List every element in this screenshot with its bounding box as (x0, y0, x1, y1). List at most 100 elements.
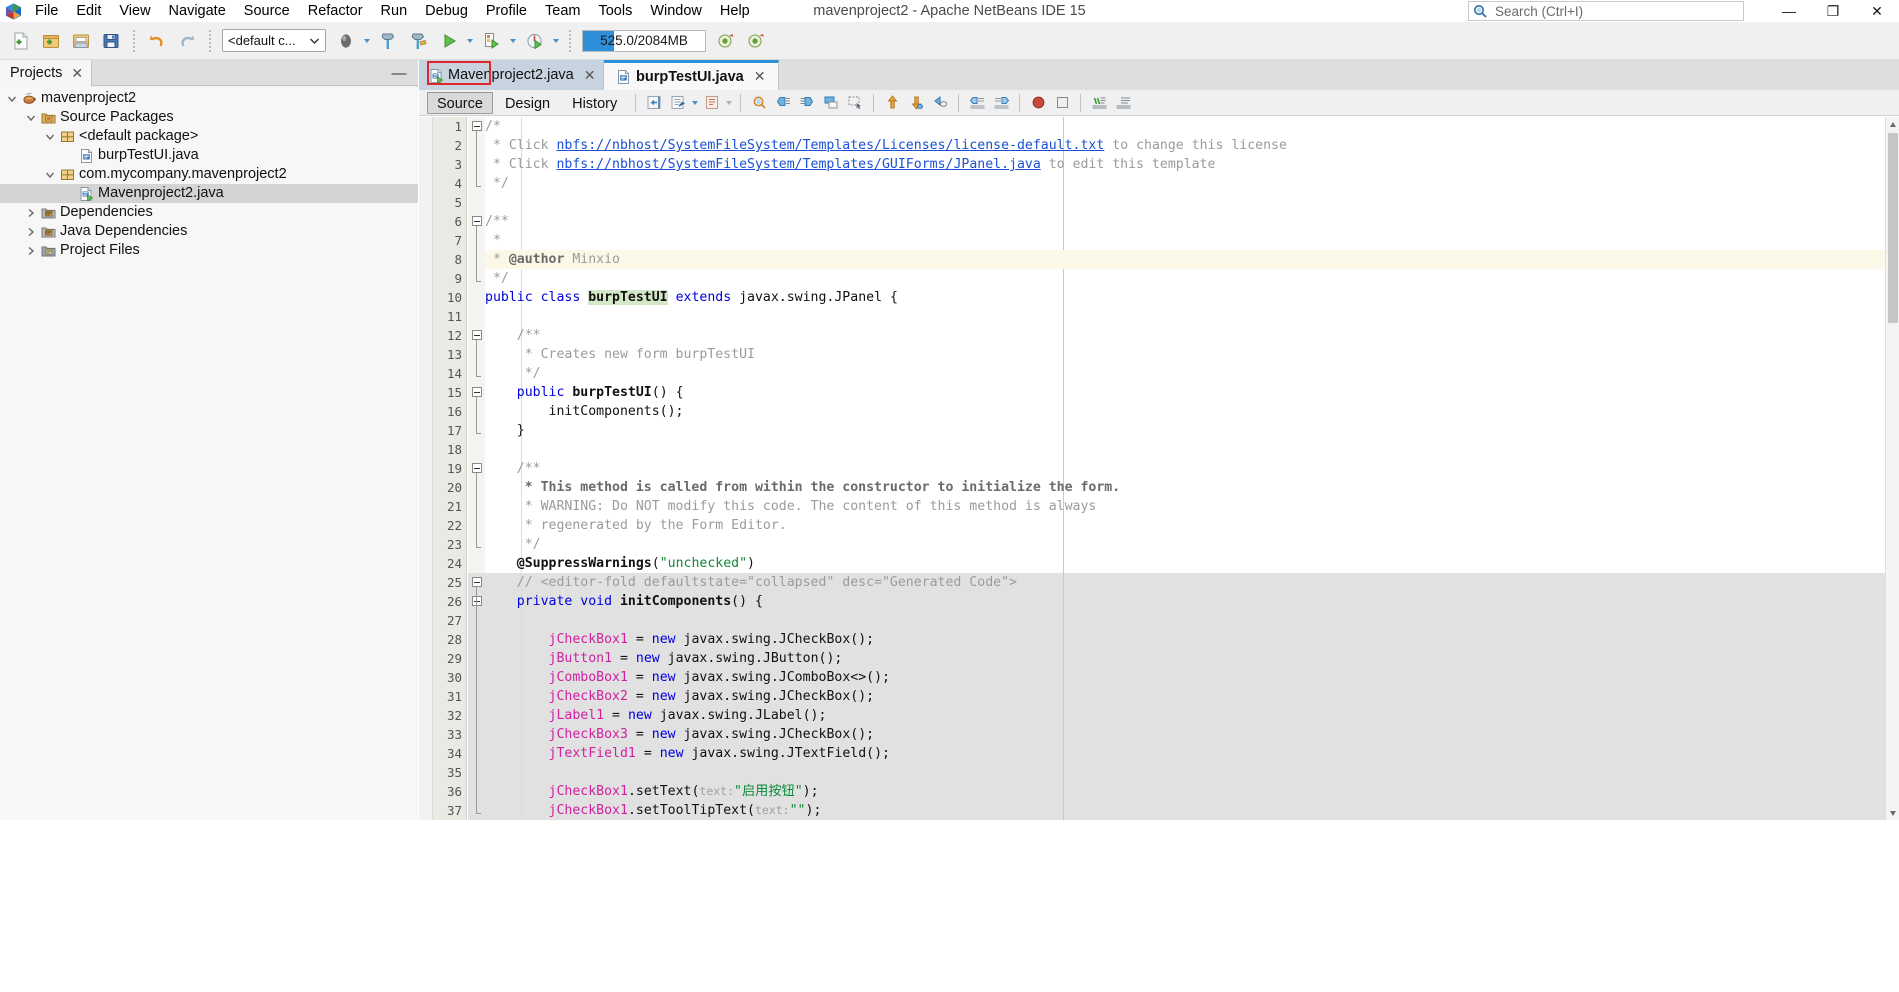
previous-error-icon[interactable] (881, 92, 903, 114)
tree-node[interactable]: burpTestUI.java (0, 146, 418, 165)
inspect-members-icon[interactable] (844, 92, 866, 114)
scrollbar-thumb[interactable] (1888, 133, 1898, 323)
menu-debug[interactable]: Debug (416, 0, 477, 22)
clean-and-build-project-button[interactable] (404, 27, 432, 55)
new-project-button[interactable] (37, 27, 65, 55)
toggle-rect-sel-icon[interactable] (667, 92, 689, 114)
close-icon[interactable]: ✕ (754, 68, 766, 85)
menu-file[interactable]: File (26, 0, 67, 22)
view-tab-history[interactable]: History (562, 92, 627, 114)
start-macro-recording-icon[interactable] (1027, 92, 1049, 114)
window-minimize-button[interactable]: — (1767, 0, 1811, 22)
open-project-button[interactable] (67, 27, 95, 55)
tab-projects[interactable]: Projects ✕ (0, 60, 93, 86)
code-editor[interactable]: 1 2 3 4 5 6 7 8 9 10 11 12 13 14 15 16 17 18 19 20 21 22 23 24 2… (419, 117, 1899, 820)
build-project-button[interactable] (374, 27, 402, 55)
new-file-button[interactable] (7, 27, 35, 55)
chevron-down-icon[interactable] (23, 108, 39, 127)
garbage-collect-button[interactable] (712, 27, 740, 55)
stop-macro-recording-icon[interactable] (1051, 92, 1073, 114)
menu-team[interactable]: Team (536, 0, 589, 22)
menu-run[interactable]: Run (372, 0, 417, 22)
shift-line-left-icon[interactable] (966, 92, 988, 114)
search-input[interactable]: Search (Ctrl+I) (1468, 1, 1744, 21)
fold-collapse-icon[interactable] (472, 577, 482, 587)
projects-minimize-button[interactable]: — (388, 60, 410, 86)
tree-node[interactable]: Dependencies (0, 203, 418, 222)
stop-build-button[interactable] (742, 27, 770, 55)
tree-node[interactable]: <default package> (0, 127, 418, 146)
view-tab-design[interactable]: Design (495, 92, 560, 114)
fold-collapse-icon[interactable] (472, 596, 482, 606)
chevron-down-icon[interactable] (42, 165, 58, 184)
glyph-gutter[interactable] (419, 117, 433, 820)
menu-refactor[interactable]: Refactor (299, 0, 372, 22)
close-icon[interactable]: ✕ (584, 67, 596, 84)
run-project-dropdown-arrow[interactable] (464, 27, 475, 55)
menu-help[interactable]: Help (711, 0, 759, 22)
fold-collapse-icon[interactable] (472, 330, 482, 340)
fold-collapse-icon[interactable] (472, 121, 482, 131)
code-text-area[interactable]: /* * Click nbfs://nbhost/SystemFileSyste… (485, 117, 1885, 820)
comment-icon[interactable] (1088, 92, 1110, 114)
toggle-rect-sel-dropdown-arrow[interactable] (690, 92, 700, 114)
set-project-configuration-split[interactable] (331, 27, 372, 55)
previous-bookmark-icon[interactable] (772, 92, 794, 114)
debug-project-split[interactable] (477, 27, 518, 55)
memory-usage-indicator[interactable]: 525.0/2084MB (582, 29, 706, 52)
format-icon[interactable] (701, 92, 723, 114)
window-close-button[interactable]: ✕ (1855, 0, 1899, 22)
view-tab-source[interactable]: Source (427, 91, 493, 114)
menu-profile[interactable]: Profile (477, 0, 536, 22)
close-icon[interactable]: ✕ (71, 65, 83, 82)
save-all-button[interactable] (97, 27, 125, 55)
editor-tab[interactable]: burpTestUI.java ✕ (604, 60, 779, 90)
chevron-down-icon[interactable] (4, 89, 20, 108)
toggle-rectangular-selection-split[interactable] (666, 92, 700, 114)
chevron-right-icon[interactable] (23, 222, 39, 241)
undo-button[interactable] (143, 27, 171, 55)
run-project-button[interactable] (435, 27, 463, 55)
fold-collapse-icon[interactable] (472, 387, 482, 397)
scroll-down-icon[interactable] (1886, 806, 1899, 820)
find-selection-icon[interactable] (748, 92, 770, 114)
menu-source[interactable]: Source (235, 0, 299, 22)
fold-collapse-icon[interactable] (472, 463, 482, 473)
set-configuration-icon[interactable] (332, 27, 360, 55)
toggle-bookmark-icon[interactable] (820, 92, 842, 114)
project-configuration-select[interactable]: <default c... (222, 29, 326, 52)
next-bookmark-icon[interactable] (796, 92, 818, 114)
menu-edit[interactable]: Edit (67, 0, 110, 22)
tree-node[interactable]: mavenproject2 (0, 89, 418, 108)
tree-node[interactable]: Source Packages (0, 108, 418, 127)
menu-navigate[interactable]: Navigate (160, 0, 235, 22)
run-project-split[interactable] (434, 27, 475, 55)
tree-node[interactable]: Mavenproject2.java (0, 184, 418, 203)
profile-project-button[interactable] (521, 27, 549, 55)
debug-project-button[interactable] (478, 27, 506, 55)
last-edit-position-icon[interactable] (643, 92, 665, 114)
chevron-right-icon[interactable] (23, 241, 39, 260)
debug-project-dropdown-arrow[interactable] (507, 27, 518, 55)
menu-tools[interactable]: Tools (589, 0, 641, 22)
uncomment-icon[interactable] (1112, 92, 1134, 114)
profile-project-dropdown-arrow[interactable] (550, 27, 561, 55)
tree-node[interactable]: Java Dependencies (0, 222, 418, 241)
window-maximize-button[interactable]: ❐ (1811, 0, 1855, 22)
code-fold-gutter[interactable] (468, 117, 485, 820)
shift-line-right-icon[interactable] (990, 92, 1012, 114)
menu-window[interactable]: Window (641, 0, 711, 22)
format-split[interactable] (700, 92, 734, 114)
menu-view[interactable]: View (110, 0, 159, 22)
redo-button[interactable] (173, 27, 201, 55)
editor-vertical-scrollbar[interactable] (1885, 117, 1899, 820)
profile-project-split[interactable] (520, 27, 561, 55)
previous-occurrence-icon[interactable] (929, 92, 951, 114)
chevron-down-icon[interactable] (42, 127, 58, 146)
chevron-right-icon[interactable] (23, 203, 39, 222)
scroll-up-icon[interactable] (1886, 117, 1899, 131)
tree-node[interactable]: com.mycompany.mavenproject2 (0, 165, 418, 184)
next-error-icon[interactable] (905, 92, 927, 114)
fold-collapse-icon[interactable] (472, 216, 482, 226)
editor-tab[interactable]: Mavenproject2.java ✕ (419, 60, 604, 90)
